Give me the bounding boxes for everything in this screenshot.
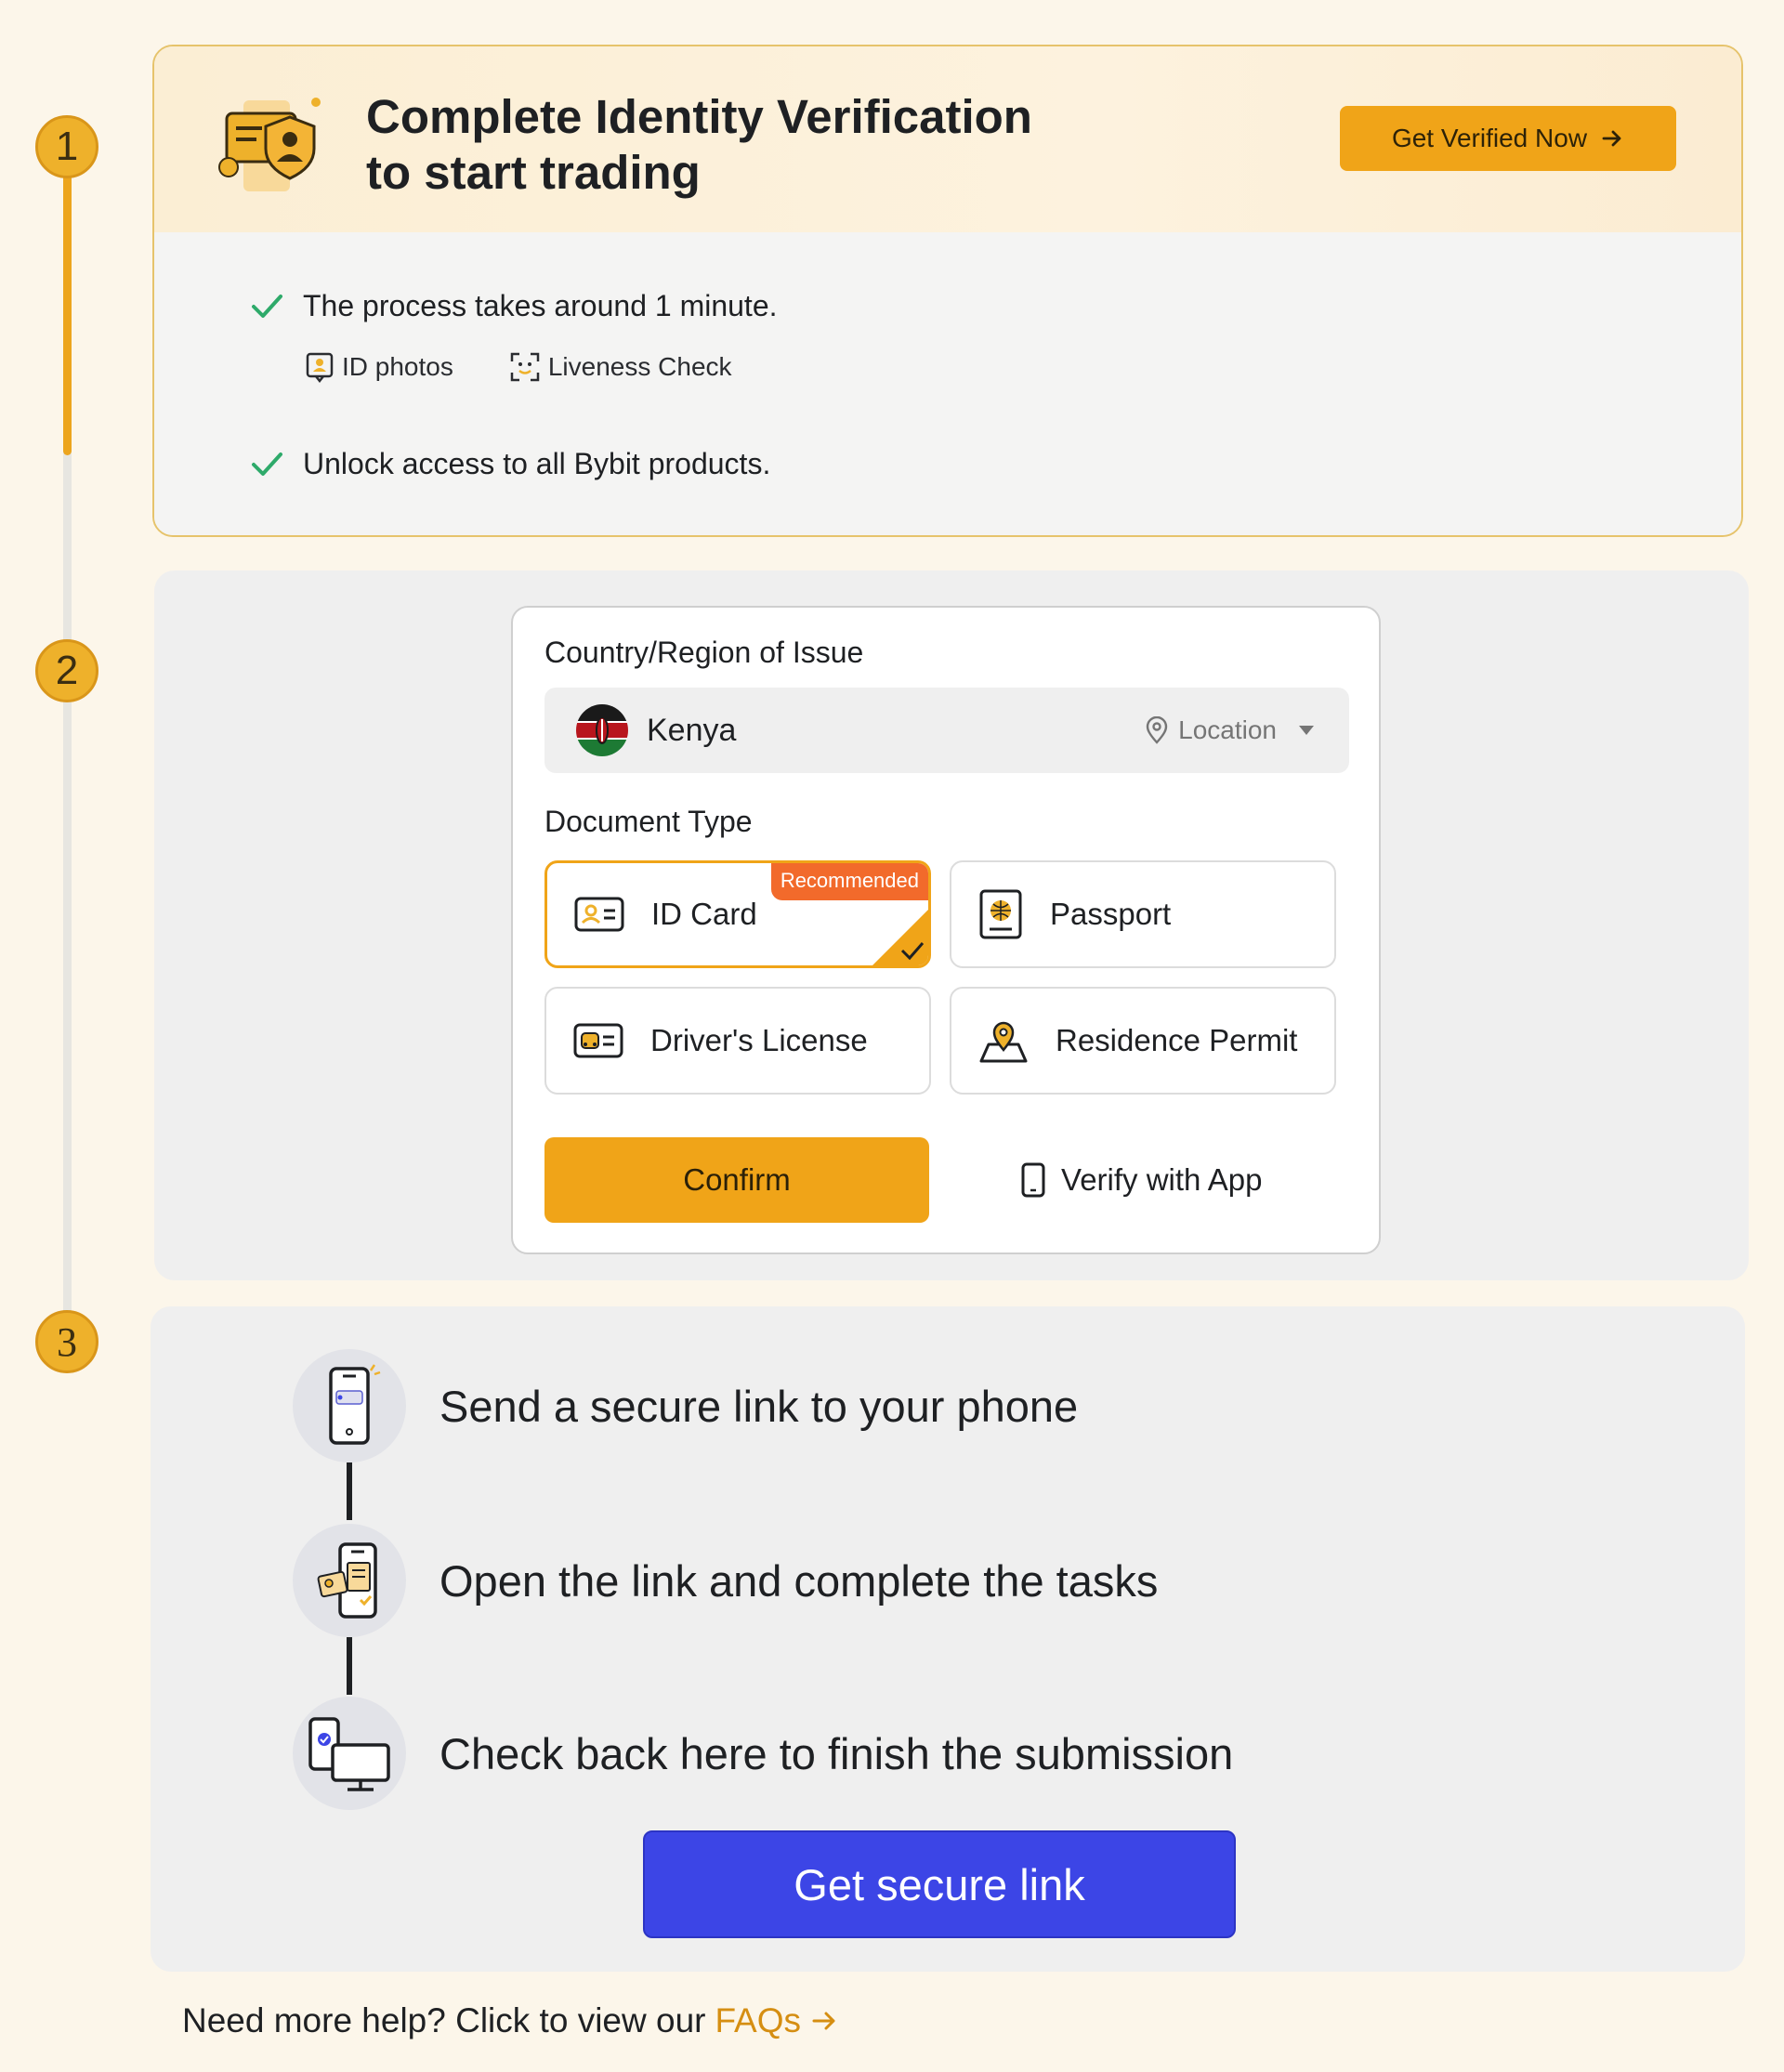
help-text: Need more help? Click to view our [182,2001,706,2039]
requirement-id-photos: ID photos [305,351,453,383]
verification-card: Complete Identity Verification to start … [152,45,1743,537]
doc-option-label: Residence Permit [1056,1023,1298,1057]
step-number-3: 3 [35,1310,98,1373]
doc-option-residence-permit[interactable]: Residence Permit [950,987,1336,1095]
flow-step-text: Check back here to finish the submission [439,1728,1234,1778]
country-label: Country/Region of Issue [544,636,864,669]
flow-step-complete-tasks: Open the link and complete the tasks [293,1524,1158,1637]
benefit-text: The process takes around 1 minute. [303,288,778,322]
smartphone-icon [1021,1162,1045,1198]
location-pin-icon [1146,716,1168,744]
flow-connector [347,1462,352,1520]
document-type-label: Document Type [544,805,753,838]
location-label: Location [1178,715,1277,744]
country-select[interactable]: Kenya Location [544,688,1349,773]
get-verified-button[interactable]: Get Verified Now [1340,106,1676,171]
drivers-license-icon [573,1023,623,1058]
selected-check-icon [872,910,928,965]
step-number-2: 2 [35,639,98,702]
flow-connector [347,1637,352,1695]
id-photo-icon [306,352,334,383]
benefit-row: Unlock access to all Bybit products. [249,446,770,481]
faq-link[interactable]: FAQs [715,2001,838,2040]
arrow-right-icon [1602,130,1621,147]
verify-with-app-label: Verify with App [1061,1162,1263,1197]
flow-step-text: Open the link and complete the tasks [439,1555,1159,1606]
flow-step-text: Send a secure link to your phone [439,1381,1079,1431]
checkmark-icon [252,295,282,318]
requirement-label: ID photos [342,352,453,381]
arrow-right-icon [812,2012,835,2030]
get-secure-link-button[interactable]: Get secure link [643,1830,1236,1938]
phone-link-icon [293,1349,406,1462]
step-number-1: 1 [35,115,98,178]
flow-step-check-back: Check back here to finish the submission [293,1697,1233,1810]
requirements-list: ID photos Liveness Check [305,351,732,383]
passport-icon [979,889,1022,939]
doc-option-drivers-license[interactable]: Driver's License [544,987,931,1095]
recommended-badge: Recommended [770,863,928,900]
checkmark-icon [252,452,282,476]
get-verified-label: Get Verified Now [1391,124,1588,152]
verification-title: Complete Identity Verification to start … [366,89,1202,201]
doc-option-passport[interactable]: Passport [950,860,1336,968]
doc-option-label: Passport [1050,897,1172,931]
country-value: Kenya [647,712,737,748]
flow-step-send-link: Send a secure link to your phone [293,1349,1078,1462]
stepper-progress [63,149,72,455]
doc-option-id-card[interactable]: ID Card Recommended [544,860,931,968]
benefit-text: Unlock access to all Bybit products. [303,446,771,480]
verification-body: The process takes around 1 minute. ID ph… [154,232,1741,535]
requirement-label: Liveness Check [547,352,732,381]
confirm-button[interactable]: Confirm [544,1137,929,1223]
doc-option-label: ID Card [651,897,757,931]
document-form: Country/Region of Issue Kenya Location D… [511,606,1381,1254]
verification-title-line1: Complete Identity Verification [366,90,1032,143]
faq-link-label: FAQs [715,2001,802,2039]
face-scan-icon [510,352,540,382]
residence-permit-icon [979,1021,1028,1063]
verification-header: Complete Identity Verification to start … [154,46,1741,232]
requirement-liveness: Liveness Check [509,351,732,383]
chevron-down-icon [1299,726,1314,735]
doc-option-label: Driver's License [650,1023,868,1057]
location-hint: Location [1145,715,1318,745]
id-card-icon [574,897,624,932]
kenya-flag-icon [576,704,628,756]
benefit-row: The process takes around 1 minute. [249,288,778,323]
verification-title-line2: to start trading [366,146,701,199]
devices-icon [293,1697,406,1810]
identity-shield-icon [218,98,321,191]
phone-tasks-icon [293,1524,406,1637]
verify-with-app-button[interactable]: Verify with App [1020,1137,1327,1223]
help-footer: Need more help? Click to view our FAQs [182,2001,838,2040]
